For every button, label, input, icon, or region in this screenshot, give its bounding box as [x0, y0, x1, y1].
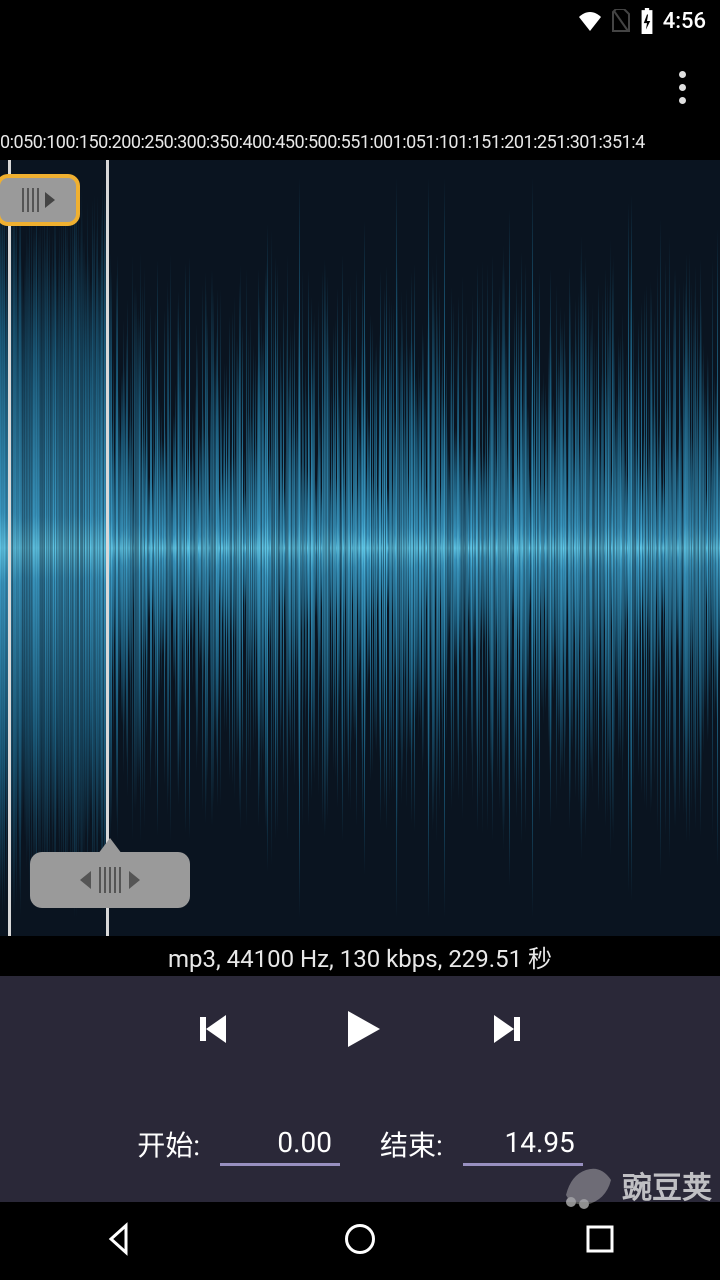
- trim-end-handle[interactable]: [30, 852, 190, 908]
- end-label: 结束:: [380, 1124, 443, 1164]
- ruler-tick: 1:25: [524, 132, 557, 160]
- trim-start-handle[interactable]: [0, 174, 80, 226]
- ruler-tick: 1:20: [491, 132, 524, 160]
- selection-end-line: [106, 160, 109, 936]
- ruler-tick: 0:55: [327, 132, 360, 160]
- playback-controls: [0, 976, 720, 1086]
- ruler-tick: 1:10: [425, 132, 458, 160]
- overflow-menu-button[interactable]: [668, 67, 696, 107]
- status-time: 4:56: [663, 9, 706, 34]
- ruler-tick: 1:35: [589, 132, 622, 160]
- no-sim-icon: [611, 9, 631, 33]
- android-nav-bar: [0, 1202, 720, 1280]
- ruler-tick: 0:25: [131, 132, 164, 160]
- wifi-icon: [577, 11, 603, 31]
- skip-previous-button[interactable]: [188, 1005, 236, 1057]
- ruler-tick: 0:30: [164, 132, 197, 160]
- watermark-text: 豌豆荚: [622, 1163, 712, 1207]
- app-bar: [0, 42, 720, 132]
- home-button[interactable]: [342, 1221, 378, 1261]
- wandoujia-icon: [556, 1160, 616, 1210]
- recent-apps-button[interactable]: [582, 1221, 618, 1261]
- ruler-tick: 1:00: [360, 132, 393, 160]
- ruler-tick: 0:40: [229, 132, 262, 160]
- ruler-tick: 0:20: [98, 132, 131, 160]
- watermark: 豌豆荚: [556, 1160, 712, 1210]
- selection-start-line: [8, 160, 11, 936]
- audio-info-text: mp3, 44100 Hz, 130 kbps, 229.51 秒: [0, 936, 720, 976]
- ruler-tick: 0:50: [294, 132, 327, 160]
- ruler-tick: 1:05: [393, 132, 426, 160]
- timeline-ruler: 0:050:100:150:200:250:300:350:400:450:50…: [0, 132, 720, 160]
- ruler-tick: 1:15: [458, 132, 491, 160]
- start-time-input[interactable]: 0.00: [220, 1122, 340, 1166]
- waveform-area[interactable]: [0, 160, 720, 936]
- ruler-tick: 1:4: [622, 132, 645, 160]
- status-bar: 4:56: [0, 0, 720, 42]
- ruler-tick: 0:35: [196, 132, 229, 160]
- ruler-tick: 0:10: [33, 132, 66, 160]
- ruler-tick: 0:15: [65, 132, 98, 160]
- skip-next-button[interactable]: [484, 1005, 532, 1057]
- ruler-tick: 0:45: [262, 132, 295, 160]
- start-label: 开始:: [137, 1124, 200, 1164]
- ruler-tick: 0:05: [0, 132, 33, 160]
- back-button[interactable]: [102, 1221, 138, 1261]
- play-button[interactable]: [336, 1005, 384, 1057]
- battery-charging-icon: [639, 8, 655, 34]
- ruler-tick: 1:30: [556, 132, 589, 160]
